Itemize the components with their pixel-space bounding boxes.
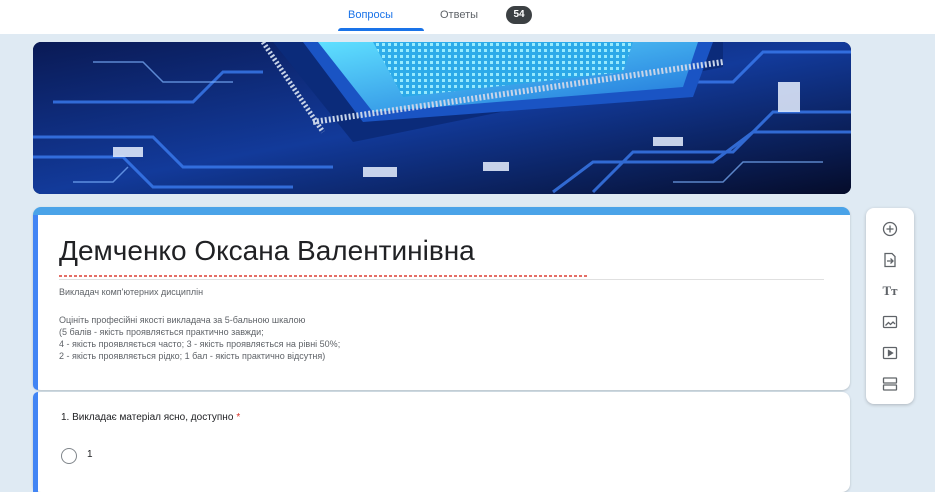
floating-toolbar: Tт: [866, 208, 914, 404]
import-questions-icon[interactable]: [879, 249, 901, 271]
option-radio[interactable]: [61, 448, 77, 464]
spellcheck-underline: [59, 275, 589, 277]
form-description-line[interactable]: 2 - якість проявляється рідко; 1 бал - я…: [59, 351, 325, 361]
required-asterisk: *: [236, 412, 241, 423]
header-banner-image: [33, 42, 851, 194]
form-title-card: Демченко Оксана Валентинівна Викладач ко…: [33, 207, 850, 390]
form-title[interactable]: Демченко Оксана Валентинівна: [59, 235, 475, 267]
tab-responses[interactable]: Ответы: [440, 9, 478, 21]
add-video-icon[interactable]: [879, 342, 901, 364]
form-subtitle[interactable]: Викладач комп'ютерних дисциплін: [59, 287, 203, 297]
form-description-line[interactable]: 4 - якість проявляється часто; 3 - якіст…: [59, 339, 340, 349]
question-card[interactable]: 1. Викладає матеріал ясно, доступно * 1: [33, 392, 850, 492]
form-editor-header: Вопросы Ответы 54: [0, 0, 935, 34]
add-title-icon[interactable]: Tт: [879, 280, 901, 302]
title-glyph: Tт: [882, 283, 898, 298]
form-description-line[interactable]: (5 балів - якість проявляється практично…: [59, 327, 264, 337]
form-description-line[interactable]: Оцініть професійні якості викладача за 5…: [59, 315, 305, 325]
title-divider: [59, 279, 824, 280]
question-text: 1. Викладає матеріал ясно, доступно: [61, 412, 234, 423]
tab-questions[interactable]: Вопросы: [348, 9, 393, 21]
question-title: 1. Викладає матеріал ясно, доступно *: [61, 412, 240, 423]
responses-count-badge: 54: [506, 6, 532, 24]
add-image-icon[interactable]: [879, 311, 901, 333]
active-tab-indicator: [338, 28, 424, 31]
add-question-icon[interactable]: [879, 218, 901, 240]
add-section-icon[interactable]: [879, 373, 901, 395]
option-label: 1: [87, 449, 93, 460]
